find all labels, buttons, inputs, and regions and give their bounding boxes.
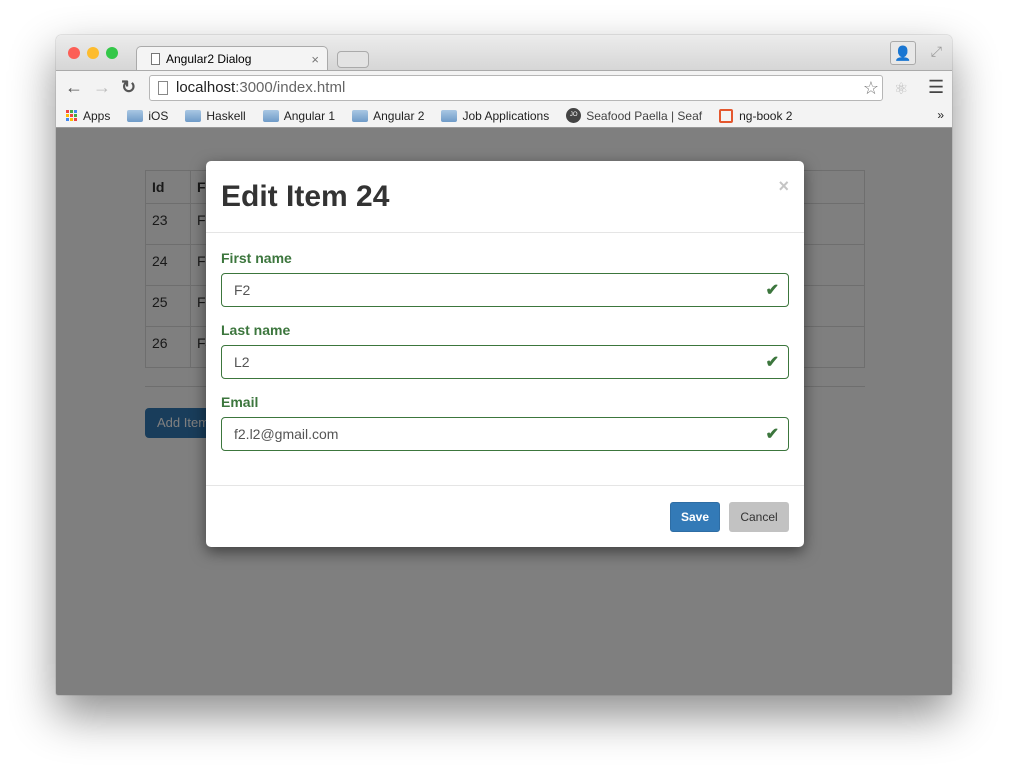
forward-icon[interactable]: → xyxy=(93,77,111,98)
page-icon xyxy=(158,81,168,95)
page-content: Id Fi 23F1 24F2 25F3 26F4 Add Item Edit … xyxy=(56,128,952,695)
last-name-group: Last name ✔ xyxy=(221,322,789,379)
new-tab-button[interactable] xyxy=(337,51,369,68)
bookmark-label: iOS xyxy=(148,108,169,123)
close-icon[interactable]: × xyxy=(778,176,789,197)
fullscreen-icon[interactable]: ⤢ xyxy=(931,43,942,60)
folder-icon xyxy=(352,109,369,122)
checkmark-icon: ✔ xyxy=(765,426,779,443)
url-host: localhost xyxy=(176,79,236,96)
bookmark-label: Job Applications xyxy=(462,108,550,123)
bookmark-label: Haskell xyxy=(206,108,246,123)
page-icon xyxy=(151,53,160,65)
cancel-button[interactable]: Cancel xyxy=(729,502,789,532)
close-tab-icon[interactable]: × xyxy=(311,52,319,67)
more-bookmarks-button[interactable]: » xyxy=(937,108,944,122)
apps-grid-icon xyxy=(66,110,77,121)
dialog-footer: Save Cancel xyxy=(669,502,789,532)
react-extension-icon[interactable]: ⚛ xyxy=(894,79,908,99)
first-name-label: First name xyxy=(221,250,292,266)
checkmark-icon: ✔ xyxy=(765,282,779,299)
email-label: Email xyxy=(221,394,259,410)
email-group: Email ✔ xyxy=(221,394,789,451)
address-bar[interactable]: localhost:3000/index.html ☆ xyxy=(149,75,883,101)
close-window-button[interactable] xyxy=(68,47,80,59)
checkmark-icon: ✔ xyxy=(765,354,779,371)
profile-icon[interactable]: 👤 xyxy=(890,41,916,65)
folder-icon xyxy=(127,109,144,122)
last-name-input[interactable] xyxy=(221,345,789,379)
bookmark-ng-book[interactable]: ng-book 2 xyxy=(719,108,793,123)
menu-icon[interactable]: ☰ xyxy=(928,77,944,98)
browser-window: Angular2 Dialog × 👤 ⤢ ← → ↻ localhost:30… xyxy=(56,35,952,695)
folder-icon xyxy=(185,109,202,122)
window-controls xyxy=(68,47,118,59)
last-name-label: Last name xyxy=(221,322,291,338)
minimize-window-button[interactable] xyxy=(87,47,99,59)
bookmark-seafood-paella[interactable]: JO Seafood Paella | Seaf xyxy=(566,108,702,123)
zoom-window-button[interactable] xyxy=(106,47,118,59)
bookmark-label: ng-book 2 xyxy=(739,108,793,123)
save-button[interactable]: Save xyxy=(669,502,720,532)
ng-book-icon xyxy=(719,108,734,123)
bookmark-label: Angular 1 xyxy=(283,108,336,123)
folder-icon xyxy=(441,109,458,122)
back-icon[interactable]: ← xyxy=(65,77,83,98)
tab-title: Angular2 Dialog xyxy=(166,52,252,66)
bookmark-star-icon[interactable]: ☆ xyxy=(863,76,879,100)
bookmark-label: Seafood Paella | Seaf xyxy=(586,108,703,123)
bookmark-apps[interactable]: Apps xyxy=(66,109,110,123)
bookmarks-bar: Apps iOS Haskell Angular 1 Angular 2 Job… xyxy=(56,104,952,128)
jo-site-icon: JO xyxy=(566,108,582,123)
bookmark-label: Apps xyxy=(83,108,111,123)
bookmark-haskell[interactable]: Haskell xyxy=(185,108,246,123)
bookmark-ios[interactable]: iOS xyxy=(127,109,168,123)
tab-bar: Angular2 Dialog × 👤 ⤢ xyxy=(56,35,952,71)
url-path: :3000/index.html xyxy=(235,79,346,96)
bookmark-job-applications[interactable]: Job Applications xyxy=(441,109,549,123)
email-input[interactable] xyxy=(221,417,789,451)
first-name-input[interactable] xyxy=(221,273,789,307)
reload-icon[interactable]: ↻ xyxy=(121,77,136,98)
folder-icon xyxy=(262,109,279,122)
dialog-body: First name ✔ Last name ✔ Email ✔ xyxy=(206,233,804,486)
bookmark-label: Angular 2 xyxy=(373,108,425,123)
browser-toolbar: ← → ↻ localhost:3000/index.html ☆ ⚛ ☰ xyxy=(56,70,952,104)
edit-item-dialog: Edit Item 24 × First name ✔ Last name ✔ … xyxy=(206,161,804,547)
first-name-group: First name ✔ xyxy=(221,250,789,307)
dialog-header: Edit Item 24 × xyxy=(206,161,804,233)
dialog-title: Edit Item 24 xyxy=(221,180,390,213)
browser-tab[interactable]: Angular2 Dialog × xyxy=(136,46,328,71)
bookmark-angular-2[interactable]: Angular 2 xyxy=(352,109,424,123)
bookmark-angular-1[interactable]: Angular 1 xyxy=(262,108,336,123)
